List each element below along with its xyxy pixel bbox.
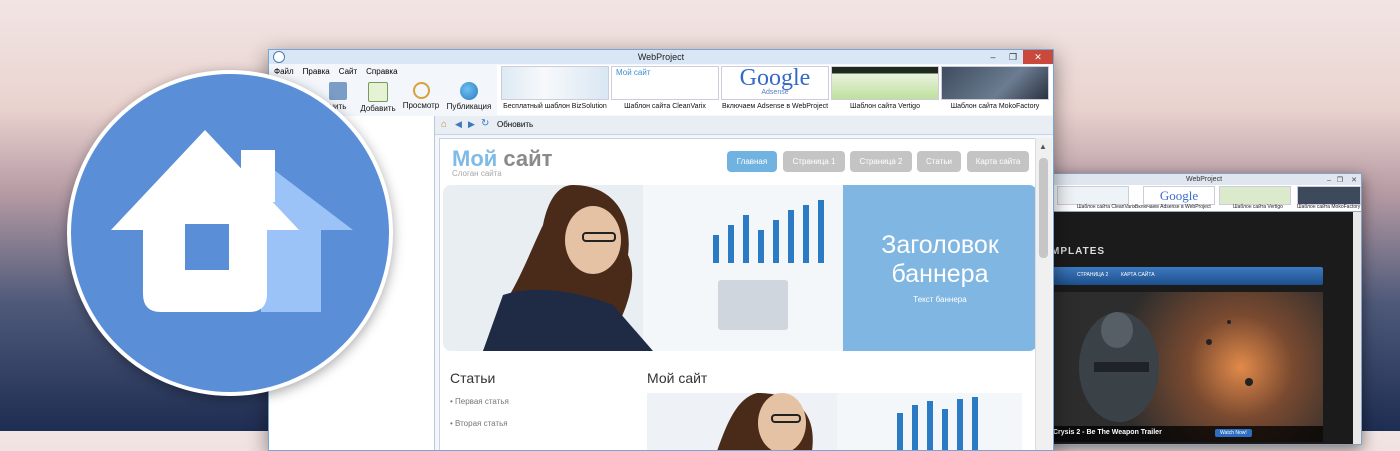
dark-nav-bar: СТРАНИЦА 2 КАРТА САЙТА (1049, 267, 1323, 285)
minimize-icon[interactable]: – (983, 50, 1003, 64)
content-heading: Мой сайт (647, 370, 708, 386)
secondary-scrollbar[interactable] (1353, 212, 1361, 444)
articles-heading: Статьи (450, 370, 496, 386)
close-icon[interactable]: ✕ (1023, 50, 1053, 64)
refresh-label[interactable]: Обновить (497, 120, 533, 129)
site-slogan: Слоган сайта (452, 169, 502, 178)
site-preview: Мой сайт Слоган сайта Главная Страница 1… (439, 138, 1037, 450)
template-label: Шаблон сайта Vertigo (850, 103, 920, 110)
site-title-part2: сайт (503, 146, 553, 171)
banner-title-line1: Заголовок (881, 231, 999, 259)
template-preview-google: Google Adsense (721, 66, 829, 100)
hero-banner: Заголовок баннера Текст баннера (443, 185, 1036, 351)
maximize-icon[interactable]: ❐ (1003, 50, 1023, 64)
globe-icon (460, 82, 478, 100)
magnifier-icon (412, 82, 430, 99)
article-link[interactable]: • Вторая статья (450, 419, 508, 428)
secondary-titlebar: WebProject – ❐ ✕ (1047, 174, 1361, 185)
template-card[interactable]: Google Adsense Включаем Adsense в WebPro… (721, 66, 829, 114)
banner-photo (443, 185, 843, 351)
template-thumb[interactable] (1297, 186, 1361, 205)
template-card[interactable]: Шаблон сайта MokoFactory (941, 66, 1049, 114)
template-card[interactable]: Шаблон сайта Vertigo (831, 66, 939, 114)
refresh-icon[interactable]: ↻ (481, 118, 489, 129)
template-thumb-google[interactable]: Google (1143, 186, 1215, 205)
app-logo-badge (67, 70, 393, 396)
app-icon (273, 51, 285, 63)
template-card[interactable]: Бесплатный шаблон BizSolution (501, 66, 609, 114)
preview-nav-bar: ⌂ ◀ ▶ ↻ Обновить (435, 116, 1053, 135)
main-window-title: WebProject (637, 52, 685, 62)
template-preview (941, 66, 1049, 100)
video-caption: Crysis 2 - Be The Weapon Trailer (1053, 429, 1162, 436)
secondary-window: WebProject – ❐ ✕ Шаблон сайта CleanVarix… (1046, 173, 1362, 445)
template-caption: Шаблон сайта MokoFactory (1297, 204, 1361, 210)
dark-nav-item[interactable]: СТРАНИЦА 2 (1077, 272, 1108, 278)
video-thumbnail[interactable]: Crysis 2 - Be The Weapon Trailer Watch N… (1049, 292, 1323, 442)
template-preview (831, 66, 939, 100)
adsense-text: Adsense (761, 89, 789, 96)
article-link-label: Вторая статья (455, 419, 508, 428)
article-link[interactable]: • Первая статья (450, 397, 509, 406)
template-label: Включаем Adsense в WebProject (721, 103, 829, 110)
template-thumb[interactable] (1057, 186, 1129, 205)
soldier-illustration (1079, 312, 1253, 422)
forward-icon[interactable]: ▶ (468, 119, 475, 130)
secondary-template-strip: Шаблон сайта CleanVarix Google Включаем … (1047, 185, 1361, 212)
preview-button-label: Просмотр (402, 101, 440, 110)
scroll-thumb[interactable] (1039, 158, 1048, 258)
template-label: Шаблон сайта MokoFactory (950, 103, 1040, 110)
watch-now-button[interactable]: Watch Now! (1215, 429, 1252, 437)
template-label: Бесплатный шаблон BizSolution (503, 103, 607, 110)
scroll-up-icon[interactable]: ▲ (1039, 142, 1047, 151)
dark-site-preview: MPLATES СТРАНИЦА 2 КАРТА САЙТА Crysis 2 … (1047, 212, 1353, 444)
template-caption: Шаблон сайта Vertigo (1233, 204, 1283, 210)
home-icon[interactable]: ⌂ (441, 119, 447, 130)
banner-title-line2: баннера (891, 260, 989, 288)
template-caption: Включаем Adsense в WebProject (1135, 204, 1211, 210)
preview-scrollbar[interactable]: ▲ (1035, 138, 1052, 450)
template-preview: Мой сайт (611, 66, 719, 100)
publish-button[interactable]: Публикация (445, 79, 493, 115)
article-link-label: Первая статья (455, 397, 509, 406)
template-preview (501, 66, 609, 100)
nav-articles[interactable]: Статьи (917, 151, 961, 172)
main-titlebar: WebProject – ❐ ✕ (269, 50, 1053, 64)
site-heading: MPLATES (1051, 246, 1106, 257)
content-image (647, 393, 1022, 450)
secondary-window-title: WebProject (1185, 176, 1223, 183)
publish-button-label: Публикация (446, 102, 492, 111)
back-icon[interactable]: ◀ (455, 119, 462, 130)
google-logo: Google (1159, 188, 1199, 203)
google-logo: Google (739, 65, 811, 91)
template-label: Шаблон сайта CleanVarix (624, 103, 706, 110)
preview-button[interactable]: Просмотр (401, 79, 441, 115)
nav-sitemap[interactable]: Карта сайта (967, 151, 1029, 172)
nav-page-2[interactable]: Страница 2 (850, 151, 912, 172)
dark-nav-item[interactable]: КАРТА САЙТА (1121, 272, 1155, 278)
banner-subtitle: Текст баннера (913, 295, 967, 304)
template-caption: Шаблон сайта CleanVarix (1077, 204, 1136, 210)
banner-text-panel: Заголовок баннера Текст баннера (843, 185, 1036, 351)
nav-home[interactable]: Главная (727, 151, 777, 172)
nav-page-1[interactable]: Страница 1 (783, 151, 845, 172)
template-card[interactable]: Мой сайт Шаблон сайта CleanVarix (611, 66, 719, 114)
content-photo (717, 393, 1022, 450)
house-icon (111, 130, 353, 312)
site-title-part1: Мой (452, 146, 498, 171)
template-thumb[interactable] (1219, 186, 1291, 205)
template-gallery: Бесплатный шаблон BizSolution Мой сайт Ш… (497, 65, 1053, 115)
